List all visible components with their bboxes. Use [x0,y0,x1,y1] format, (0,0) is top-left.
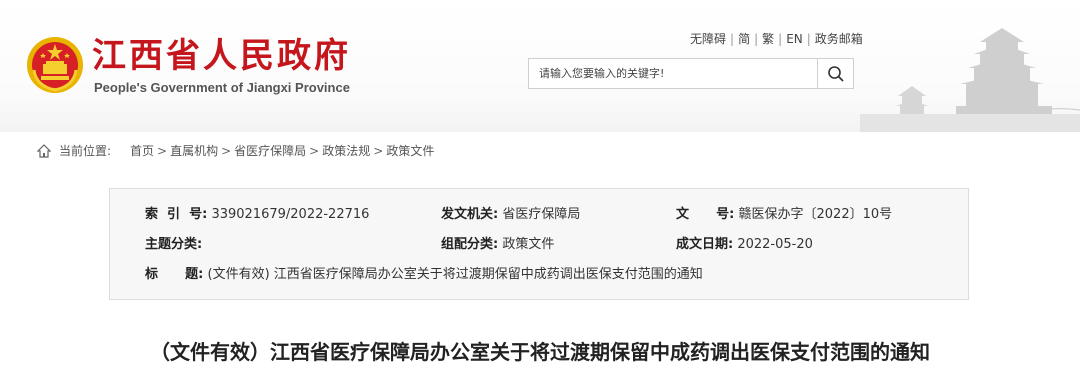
topic-row: 主题分类: [145,236,202,254]
breadcrumb-policies[interactable]: 政策法规 [322,144,370,158]
breadcrumb-agencies[interactable]: 直属机构 [170,144,218,158]
category-label: 组配分类: [441,237,499,252]
top-links: 无障碍 | 简 | 繁 | EN | 政务邮箱 [690,31,863,47]
topic-label: 主题分类: [145,237,203,252]
breadcrumb: 首页 > 直属机构 > 省医疗保障局 > 政策法规 > 政策文件 [130,143,434,159]
breadcrumb-separator: > [309,144,320,158]
search-input[interactable] [529,59,817,88]
issuer-value: 省医疗保障局 [502,207,581,222]
breadcrumb-healthcare-bureau[interactable]: 省医疗保障局 [234,144,306,158]
category-value: 政策文件 [502,237,555,252]
breadcrumb-label: 当前位置: [59,144,112,158]
site-subtitle: People's Government of Jiangxi Province [94,80,350,95]
index-number-value: 339021679/2022-22716 [211,207,370,222]
link-separator: | [754,32,759,46]
simplified-chinese-link[interactable]: 简 [738,32,750,46]
traditional-chinese-link[interactable]: 繁 [762,32,774,46]
search-icon [827,65,844,82]
breadcrumb-home[interactable]: 首页 [130,144,154,158]
title-label: 标 题: [145,267,204,282]
index-number-row: 索 引 号: 339021679/2022-22716 [145,206,369,224]
date-value: 2022-05-20 [737,237,813,252]
english-link[interactable]: EN [786,32,803,46]
document-number-row: 文 号: 赣医保办字〔2022〕10号 [676,206,892,224]
home-icon [37,144,51,158]
site-title[interactable]: 江西省人民政府 [92,36,351,76]
category-row: 组配分类: 政策文件 [441,236,554,254]
date-label: 成文日期: [676,237,734,252]
link-separator: | [806,32,811,46]
search-button[interactable] [817,59,853,88]
breadcrumb-separator: > [373,144,384,158]
site-header: 江西省人民政府 People's Government of Jiangxi P… [0,0,1080,132]
government-mailbox-link[interactable]: 政务邮箱 [815,32,863,46]
document-number-label: 文 号: [676,207,735,222]
link-separator: | [730,32,735,46]
title-value: (文件有效) 江西省医疗保障局办公室关于将过渡期保留中成药调出医保支付范围的通知 [207,267,703,282]
issuer-row: 发文机关: 省医疗保障局 [441,206,580,224]
national-emblem-icon [27,37,83,93]
document-info-box: 索 引 号: 339021679/2022-22716 发文机关: 省医疗保障局… [109,188,969,300]
breadcrumb-separator: > [157,144,168,158]
pavilion-decoration [860,28,1080,132]
document-number-value: 赣医保办字〔2022〕10号 [738,207,893,222]
issuer-label: 发文机关: [441,207,499,222]
title-row: 标 题: (文件有效) 江西省医疗保障局办公室关于将过渡期保留中成药调出医保支付… [145,266,703,284]
breadcrumb-separator: > [221,144,232,158]
breadcrumb-policy-documents[interactable]: 政策文件 [386,144,434,158]
date-row: 成文日期: 2022-05-20 [676,236,813,254]
index-number-label: 索 引 号: [145,207,208,222]
link-separator: | [778,32,783,46]
search-box [528,58,854,89]
document-title: （文件有效）江西省医疗保障局办公室关于将过渡期保留中成药调出医保支付范围的通知 [150,340,930,364]
accessibility-link[interactable]: 无障碍 [690,32,726,46]
